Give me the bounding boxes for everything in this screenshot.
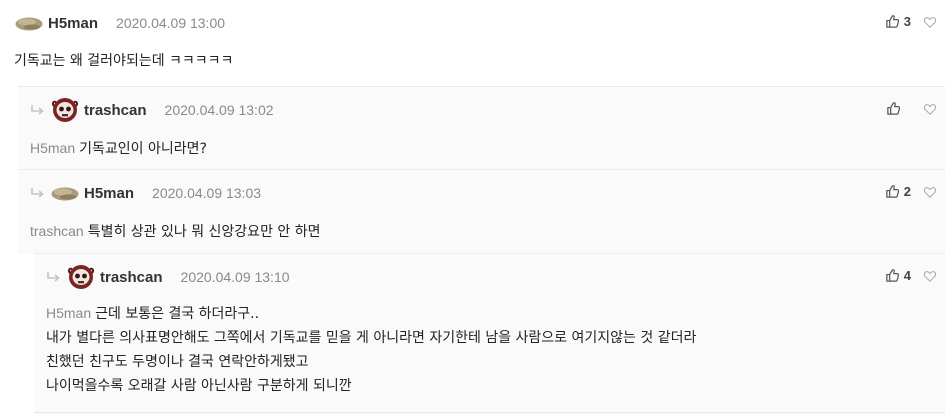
comment-text: 친했던 친구도 두명이나 결국 연락안하게됐고 (46, 354, 309, 370)
comment-author[interactable]: trashcan (84, 102, 147, 119)
heart-icon[interactable] (923, 15, 937, 29)
comment-author[interactable]: H5man (84, 185, 134, 202)
vote-controls: 3 (885, 14, 937, 29)
reply-item: trashcan 2020.04.09 13:02 H5man 기독교인이 아니라… (18, 86, 945, 170)
reply-arrow-icon (46, 271, 62, 283)
comment-text: 나이먹을수록 오래갈 사람 아닌사람 구분하게 되니깐 (46, 378, 352, 394)
like-count: 4 (903, 268, 911, 283)
reply-arrow-icon (30, 187, 46, 199)
rock-avatar-icon[interactable] (50, 185, 80, 201)
comment-header: trashcan 2020.04.09 13:02 (18, 87, 945, 133)
comment-body: H5man 기독교인이 아니라면? (30, 136, 925, 161)
thumbs-up-icon[interactable] (885, 268, 900, 283)
skull-avatar-icon[interactable] (50, 96, 80, 124)
comment-text: H5man 근데 보통은 결국 하더라구.. (46, 305, 260, 322)
heart-icon[interactable] (923, 269, 937, 283)
comment-header: trashcan 2020.04.09 13:10 (34, 254, 945, 300)
comment-date: 2020.04.09 13:03 (152, 185, 262, 201)
rock-avatar-icon[interactable] (14, 15, 44, 31)
like-count: 3 (903, 14, 911, 29)
mention-tag[interactable]: trashcan (30, 223, 84, 239)
thumbs-up-icon[interactable] (885, 14, 900, 29)
comment-date: 2020.04.09 13:00 (116, 15, 226, 31)
mention-tag[interactable]: H5man (30, 140, 75, 156)
heart-icon[interactable] (923, 185, 937, 199)
comment-author[interactable]: trashcan (100, 269, 163, 286)
thumbs-up-icon[interactable] (886, 101, 901, 116)
mention-tag[interactable]: H5man (46, 305, 91, 321)
like-count: 2 (903, 184, 911, 199)
comment-date: 2020.04.09 13:10 (180, 269, 290, 285)
heart-icon[interactable] (923, 102, 937, 116)
comment-text: H5man 기독교인이 아니라면? (30, 140, 207, 157)
comment-date: 2020.04.09 13:02 (164, 102, 274, 118)
comment-item: H5man 2020.04.09 13:00 3 기독교는 왜 걸러야되는데 ㅋ… (0, 0, 945, 86)
comment-header: H5man 2020.04.09 13:03 (18, 170, 945, 216)
skull-avatar-icon[interactable] (66, 263, 96, 291)
comment-author[interactable]: H5man (48, 15, 98, 32)
thumbs-up-icon[interactable] (885, 184, 900, 199)
vote-controls: 2 (885, 184, 937, 199)
comment-text: trashcan 특별히 상관 있나 뭐 신앙강요만 안 하면 (30, 223, 321, 240)
comment-text: 기독교는 왜 걸러야되는데 ㅋㅋㅋㅋㅋ (14, 53, 234, 69)
comment-text: 내가 별다른 의사표명안해도 그쪽에서 기독교를 믿을 게 아니라면 자기한테 … (46, 330, 697, 346)
reply-item: H5man 2020.04.09 13:03 2 trashcan 특별히 상관 … (18, 169, 945, 254)
comment-body: H5man 근데 보통은 결국 하더라구.. 내가 별다른 의사표명안해도 그쪽에… (46, 301, 925, 398)
reply-arrow-icon (30, 104, 46, 116)
comment-header: H5man 2020.04.09 13:00 (0, 0, 945, 46)
divider (34, 412, 945, 413)
vote-controls (886, 101, 937, 116)
vote-controls: 4 (885, 268, 937, 283)
comment-body: 기독교는 왜 걸러야되는데 ㅋㅋㅋㅋㅋ (14, 49, 925, 73)
reply-item: trashcan 2020.04.09 13:10 4 H5man 근데 보통은 … (34, 253, 945, 415)
comment-body: trashcan 특별히 상관 있나 뭐 신앙강요만 안 하면 (30, 219, 925, 244)
